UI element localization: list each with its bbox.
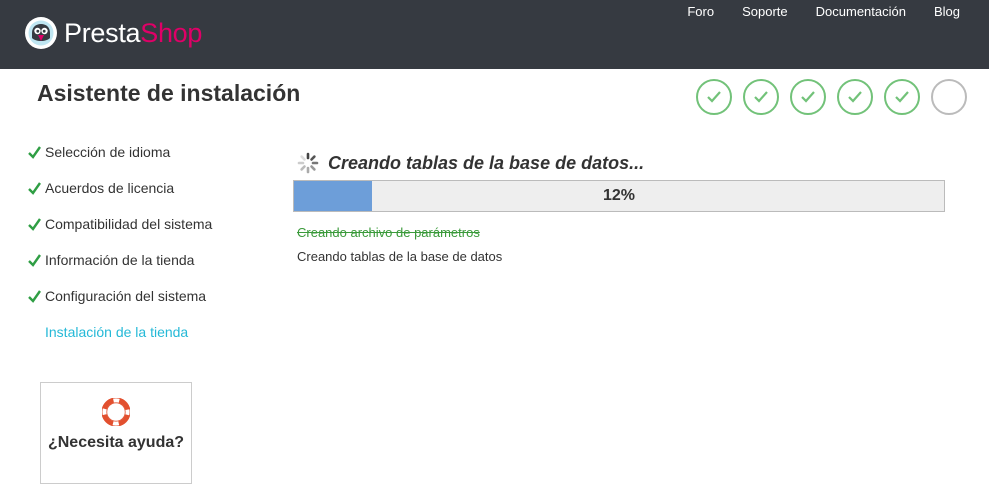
checkmark-icon (895, 91, 909, 103)
checkmark-icon (754, 91, 768, 103)
checkmark-icon (707, 91, 721, 103)
install-log: Creando archivo de parámetros Creando ta… (297, 225, 945, 265)
sidebar-item-label: Configuración del sistema (45, 288, 207, 304)
logo-text: PrestaShop (64, 16, 202, 50)
green-check-icon (28, 250, 45, 270)
green-check-icon (28, 142, 45, 162)
checkmark-icon (801, 91, 815, 103)
loading-spinner-icon (297, 152, 319, 174)
install-progress-panel: Creando tablas de la base de datos... 12… (293, 150, 945, 265)
install-steps-sidebar: Selección de idioma Acuerdos de licencia… (28, 142, 258, 358)
step-indicator-pending (931, 79, 967, 115)
green-check-icon (28, 286, 45, 306)
install-progress-bar: 12% (293, 180, 945, 212)
help-text: ¿Necesita ayuda? (47, 434, 185, 451)
puffin-logo-icon (25, 17, 57, 49)
step-indicator-done (790, 79, 826, 115)
top-nav: Foro Soporte Documentación Blog (659, 5, 960, 19)
sidebar-item-instalacion-tienda: Instalación de la tienda (28, 322, 258, 358)
nav-link-soporte[interactable]: Soporte (742, 5, 788, 19)
step-indicator-done (743, 79, 779, 115)
step-indicator-done (884, 79, 920, 115)
checkmark-icon (848, 91, 862, 103)
log-entry-active: Creando tablas de la base de datos (297, 249, 503, 264)
sidebar-item-label: Acuerdos de licencia (45, 180, 175, 196)
sidebar-item-label: Compatibilidad del sistema (45, 216, 213, 232)
nav-link-documentacion[interactable]: Documentación (816, 5, 906, 19)
sidebar-item-acuerdos-licencia: Acuerdos de licencia (28, 178, 258, 214)
progress-heading-row: Creando tablas de la base de datos... (297, 150, 945, 176)
prestashop-logo[interactable]: PrestaShop (24, 16, 202, 50)
step-indicator-done (837, 79, 873, 115)
sidebar-item-label: Instalación de la tienda (45, 324, 189, 340)
sidebar-item-compatibilidad-sistema: Compatibilidad del sistema (28, 214, 258, 250)
sidebar-item-seleccion-idioma: Selección de idioma (28, 142, 258, 178)
lifebuoy-icon (102, 398, 130, 426)
sidebar-item-configuracion-sistema: Configuración del sistema (28, 286, 258, 322)
progress-percent: 12% (602, 187, 636, 204)
step-indicators (696, 79, 967, 115)
top-header: PrestaShop Foro Soporte Documentación Bl… (0, 0, 989, 69)
page-title: Asistente de instalación (37, 80, 301, 106)
log-entry-completed: Creando archivo de parámetros (297, 225, 480, 240)
step-indicator-done (696, 79, 732, 115)
sidebar-item-label: Información de la tienda (45, 252, 195, 268)
nav-link-blog[interactable]: Blog (934, 5, 960, 19)
green-check-icon (28, 214, 45, 234)
progress-heading: Creando tablas de la base de datos... (328, 152, 645, 173)
nav-link-foro[interactable]: Foro (687, 5, 714, 19)
sidebar-item-label: Selección de idioma (45, 144, 171, 160)
sidebar-item-informacion-tienda: Información de la tienda (28, 250, 258, 286)
logo-text-presta: Presta (64, 18, 141, 48)
logo-text-shop: Shop (140, 18, 203, 48)
green-check-icon (28, 178, 45, 198)
help-box[interactable]: ¿Necesita ayuda? (40, 382, 192, 484)
